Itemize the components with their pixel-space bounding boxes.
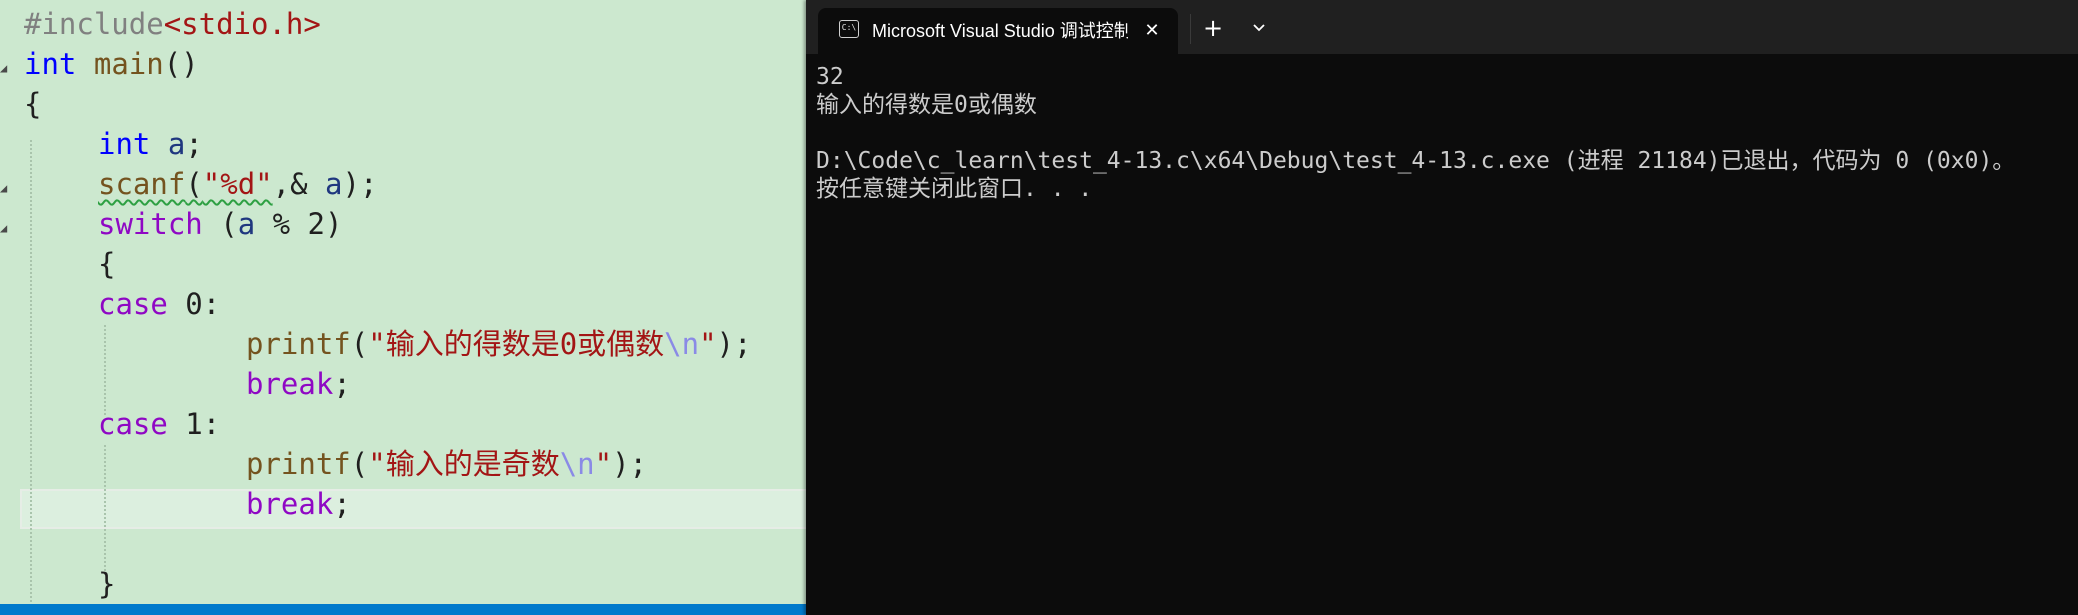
code-token: break <box>246 367 334 401</box>
code-line[interactable]: break; <box>0 484 806 524</box>
code-token: ; <box>333 367 351 401</box>
debug-console-window: C:\ Microsoft Visual Studio 调试控制台 ✕ + 32… <box>806 0 2078 615</box>
code-token: \n <box>664 327 700 361</box>
output-line: 输入的得数是0或偶数 <box>816 92 1037 118</box>
code-line-text: scanf("%d",& a); <box>98 164 377 204</box>
console-output[interactable]: 32 输入的得数是0或偶数 D:\Code\c_learn\test_4-13.… <box>816 63 2072 203</box>
code-token: <stdio.h> <box>163 7 321 41</box>
console-icon: C:\ <box>839 20 859 38</box>
code-line-text: break; <box>246 364 351 404</box>
code-token: { <box>98 247 116 281</box>
code-editor[interactable]: ◢ ◢ ◢ #include<stdio.h> int main(){int a;… <box>0 0 806 615</box>
code-token: ( <box>350 447 369 481</box>
code-line-text: printf("输入的得数是0或偶数\n"); <box>246 324 751 364</box>
code-line[interactable]: { <box>0 84 806 124</box>
code-line-text: case 0: <box>98 284 220 324</box>
code-token: 1: <box>167 407 221 441</box>
output-line: 按任意键关闭此窗口. . . <box>816 176 1093 202</box>
code-token: #include <box>24 7 164 41</box>
chevron-down-icon[interactable] <box>1244 13 1274 43</box>
code-line[interactable]: printf("输入的是奇数\n"); <box>0 444 806 484</box>
code-line-text: switch (a % 2) <box>98 204 342 244</box>
code-line[interactable]: scanf("%d",& a); <box>0 164 806 204</box>
code-token: 0: <box>167 287 221 321</box>
code-token: printf <box>246 327 351 361</box>
code-token: ( <box>350 327 369 361</box>
code-token: int <box>98 127 151 161</box>
code-line-text: { <box>98 244 115 284</box>
new-tab-button[interactable]: + <box>1198 13 1228 43</box>
code-token: { <box>24 87 42 121</box>
code-token: ); <box>342 167 378 201</box>
code-token: () <box>163 47 199 81</box>
code-token: printf <box>246 447 351 481</box>
code-token: ); <box>612 447 648 481</box>
tab-debug-console[interactable]: C:\ Microsoft Visual Studio 调试控制台 ✕ <box>818 8 1178 54</box>
code-line[interactable]: int a; <box>0 124 806 164</box>
code-line[interactable] <box>0 524 806 564</box>
code-line[interactable]: { <box>0 244 806 284</box>
output-line: D:\Code\c_learn\test_4-13.c\x64\Debug\te… <box>816 148 2016 174</box>
code-line[interactable]: } <box>0 564 806 604</box>
status-bar <box>0 604 806 615</box>
code-line-text: break; <box>246 484 351 524</box>
code-line[interactable]: printf("输入的得数是0或偶数\n"); <box>0 324 806 364</box>
code-token: scanf <box>98 167 186 201</box>
code-token: } <box>98 567 116 601</box>
code-token: main <box>93 47 164 81</box>
code-token: ( <box>185 167 203 201</box>
code-line[interactable]: break; <box>0 364 806 404</box>
code-line-text: printf("输入的是奇数\n"); <box>246 444 647 484</box>
title-bar: C:\ Microsoft Visual Studio 调试控制台 ✕ + <box>806 0 2078 54</box>
code-line-text: case 1: <box>98 404 220 444</box>
code-line-text: int a; <box>98 124 203 164</box>
code-token: ; <box>185 127 203 161</box>
close-icon[interactable]: ✕ <box>1140 19 1164 43</box>
tab-title: Microsoft Visual Studio 调试控制台 <box>872 21 1128 41</box>
code-line-text: #include<stdio.h> <box>24 4 321 44</box>
tab-divider <box>1190 14 1191 44</box>
code-line[interactable]: switch (a % 2) <box>0 204 806 244</box>
code-token: break <box>246 487 334 521</box>
code-line-text: } <box>98 564 115 604</box>
screen: ◢ ◢ ◢ #include<stdio.h> int main(){int a;… <box>0 0 2078 615</box>
code-token: a <box>325 167 343 201</box>
code-line[interactable]: case 0: <box>0 284 806 324</box>
code-line-text: int main() <box>24 44 199 84</box>
code-token: case <box>98 407 168 441</box>
code-line[interactable]: int main() <box>0 44 806 84</box>
code-line[interactable]: case 1: <box>0 404 806 444</box>
code-line[interactable]: #include<stdio.h> <box>0 4 806 44</box>
code-token: ; <box>333 487 351 521</box>
output-line: 32 <box>816 64 844 90</box>
code-token: "%d" <box>202 167 273 201</box>
code-token: % 2) <box>255 207 343 241</box>
code-token: " <box>594 447 613 481</box>
code-token: ( <box>202 207 238 241</box>
code-token: int <box>24 47 77 81</box>
code-token: case <box>98 287 168 321</box>
code-token: "输入的得数是0或偶数 <box>368 327 665 361</box>
code-token: "输入的是奇数 <box>368 447 560 481</box>
code-token: ,& <box>272 167 326 201</box>
code-token: a <box>167 127 186 161</box>
code-token: \n <box>559 447 595 481</box>
code-token: a <box>237 207 256 241</box>
code-token: ); <box>716 327 752 361</box>
code-token: switch <box>98 207 203 241</box>
code-line-text: { <box>24 84 41 124</box>
code-token: " <box>699 327 717 361</box>
